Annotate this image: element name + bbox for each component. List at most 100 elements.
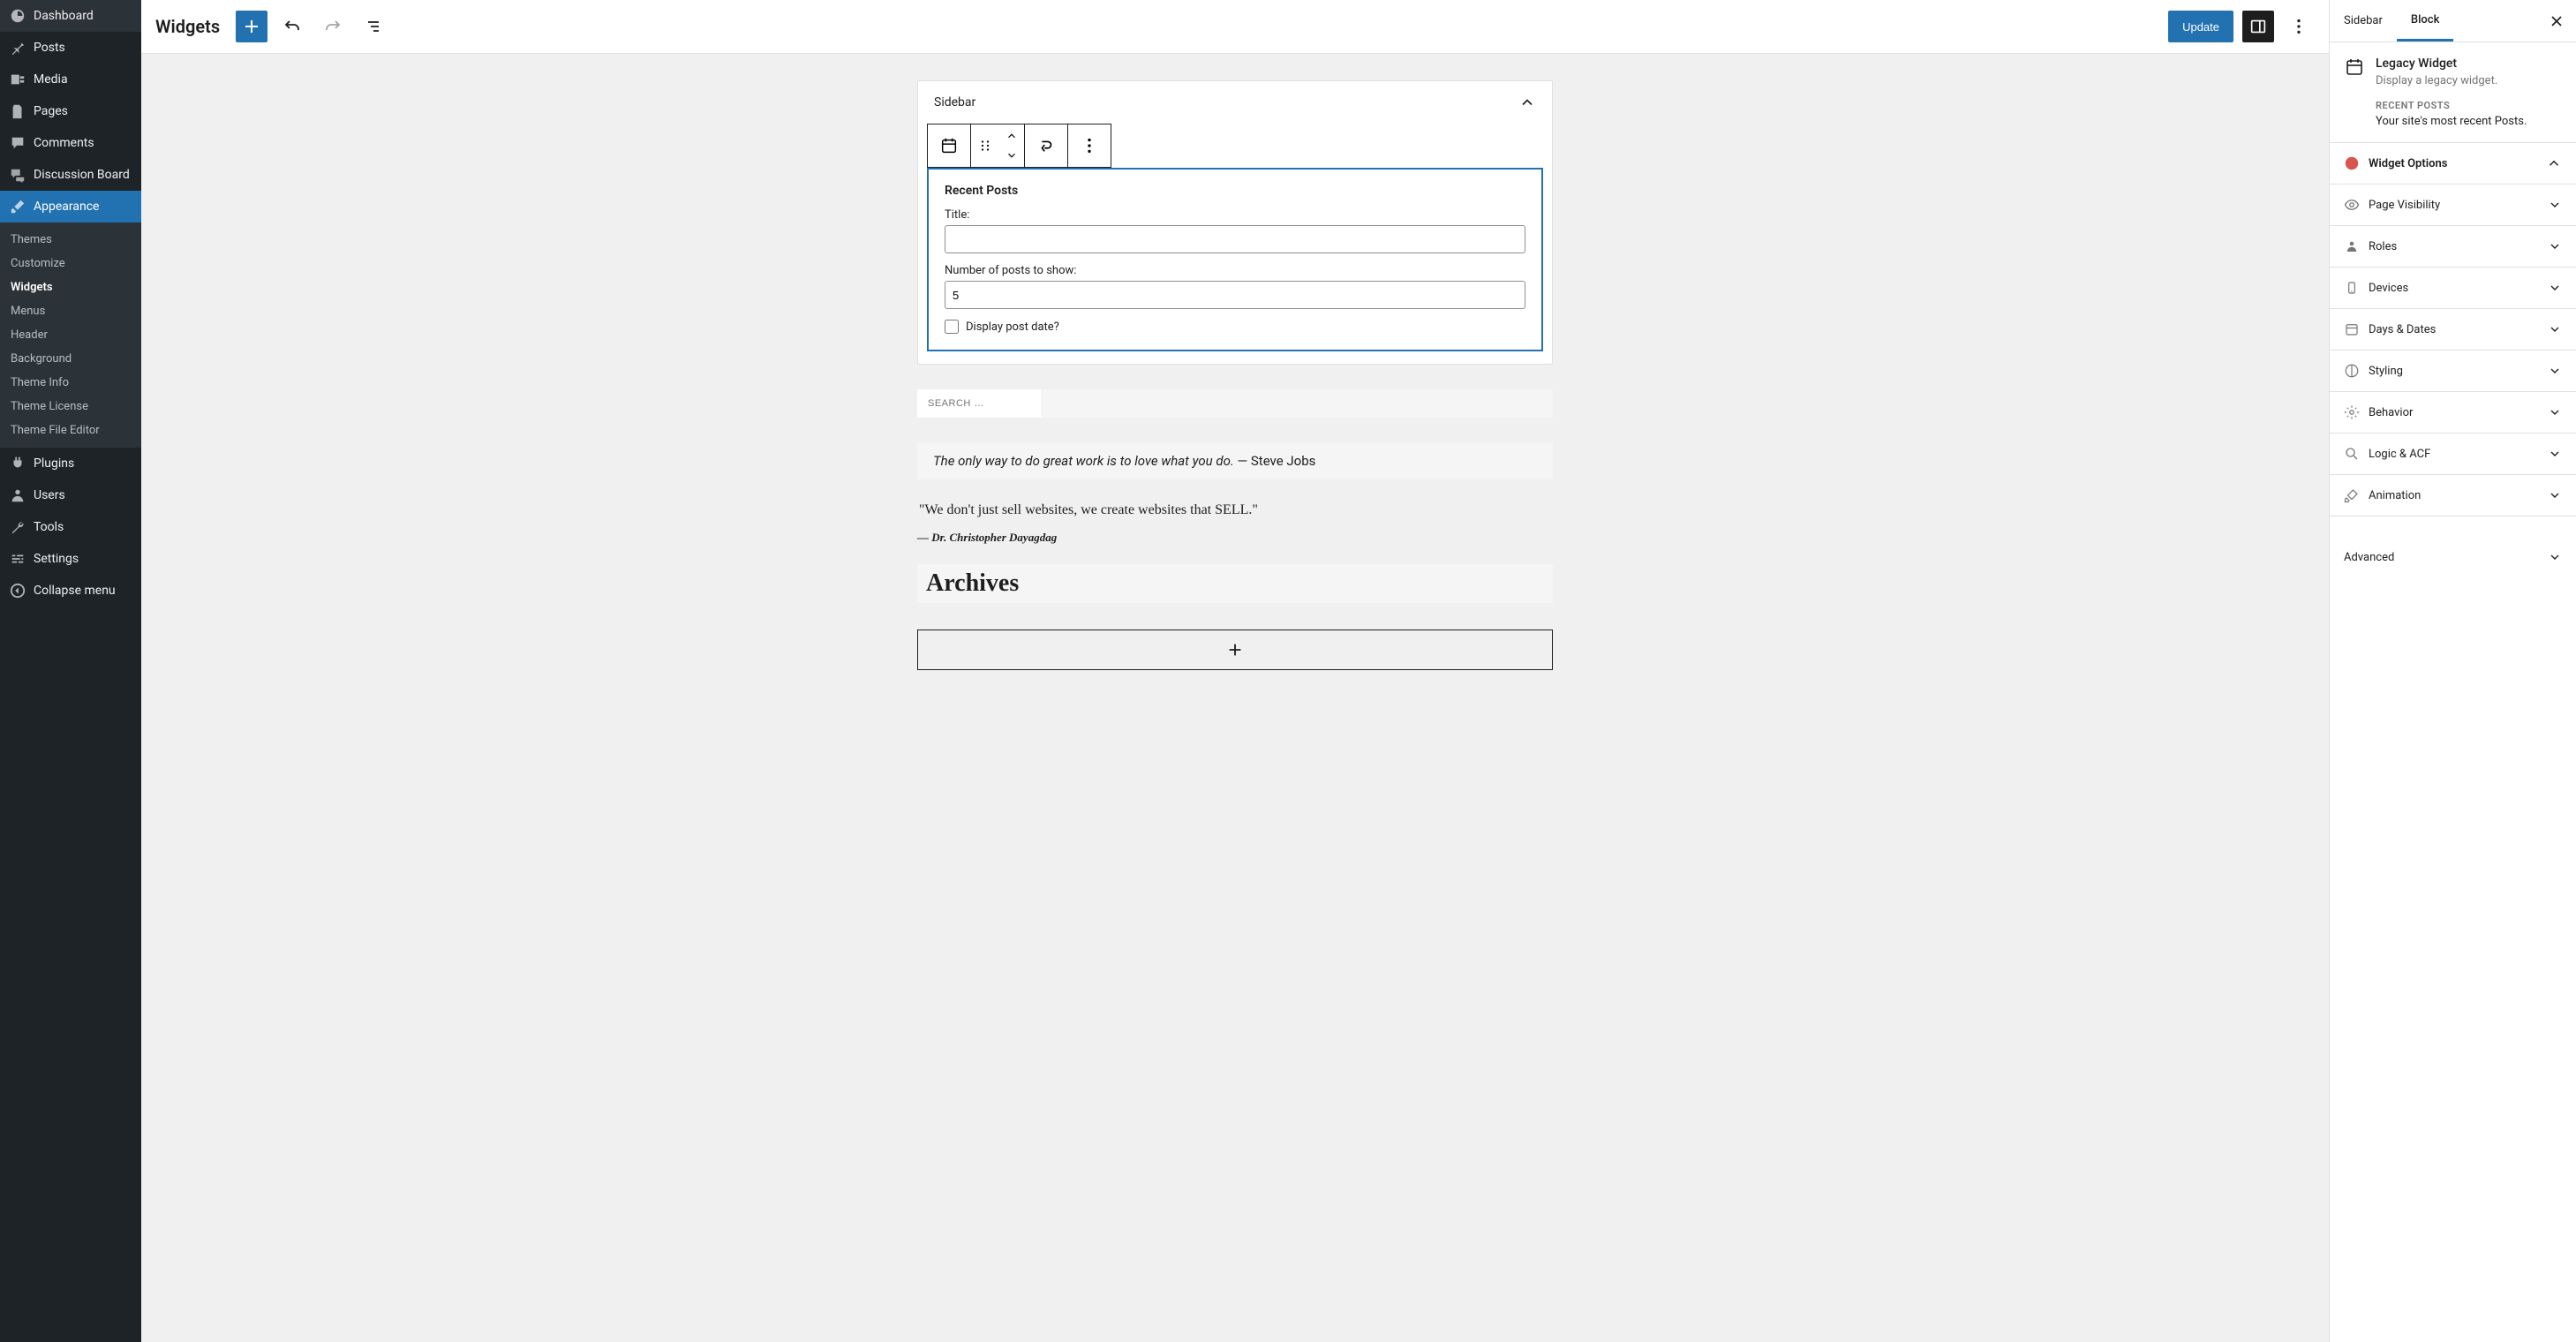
collapse-area-button[interactable]	[1518, 94, 1536, 111]
archives-widget-title: Archives	[917, 564, 1553, 603]
collapse-icon	[9, 582, 26, 599]
move-down-button[interactable]	[999, 146, 1024, 165]
sub-themes[interactable]: Themes	[0, 228, 141, 252]
sub-theme-file-editor[interactable]: Theme File Editor	[0, 418, 141, 442]
opt-page-visibility[interactable]: Page Visibility	[2330, 185, 2576, 226]
block-card-title: Legacy Widget	[2376, 57, 2527, 71]
brush-icon	[9, 198, 26, 215]
admin-sidebar: Dashboard Posts Media Pages Comments Dis…	[0, 0, 141, 1342]
nav-settings[interactable]: Settings	[0, 543, 141, 575]
sub-menus[interactable]: Menus	[0, 299, 141, 323]
recent-posts-widget[interactable]: Recent Posts Title: Number of posts to s…	[927, 168, 1543, 351]
brush-icon	[2344, 487, 2360, 503]
chevron-up-icon	[1006, 130, 1018, 142]
opt-styling[interactable]: Styling	[2330, 351, 2576, 392]
opt-label: Logic & ACF	[2369, 448, 2430, 461]
quote-text: The only way to do great work is to love…	[933, 453, 1234, 469]
nav-comments[interactable]: Comments	[0, 127, 141, 159]
settings-panel: Sidebar Block Legacy Widget Display a le…	[2329, 0, 2576, 1342]
nav-users[interactable]: Users	[0, 479, 141, 511]
nav-discussion-board[interactable]: Discussion Board	[0, 159, 141, 191]
plus-icon	[241, 16, 262, 37]
quote-cite: Steve Jobs	[1251, 453, 1316, 469]
device-icon	[2344, 280, 2360, 296]
list-view-icon	[363, 16, 384, 37]
drag-handle[interactable]	[971, 124, 999, 167]
nav-collapse[interactable]: Collapse menu	[0, 575, 141, 607]
gear-icon	[2344, 404, 2360, 420]
opt-days-dates[interactable]: Days & Dates	[2330, 309, 2576, 351]
nav-appearance[interactable]: Appearance	[0, 191, 141, 222]
quote-widget-2-text: "We don't just sell websites, we create …	[917, 502, 1553, 518]
sliders-icon	[9, 550, 26, 568]
display-date-label: Display post date?	[966, 320, 1059, 334]
more-options-button[interactable]	[2283, 11, 2315, 42]
pin-icon	[9, 39, 26, 57]
update-button[interactable]: Update	[2168, 11, 2233, 42]
opt-label: Roles	[2369, 240, 2397, 253]
move-to-widget-area-button[interactable]	[1025, 124, 1067, 167]
widget-options-header[interactable]: Widget Options	[2330, 143, 2576, 185]
sub-customize[interactable]: Customize	[0, 252, 141, 275]
legacy-widget-icon	[2344, 57, 2365, 78]
opt-animation[interactable]: Animation	[2330, 475, 2576, 516]
opt-label: Behavior	[2369, 406, 2413, 419]
block-toolbar	[927, 124, 1111, 168]
sub-theme-license[interactable]: Theme License	[0, 395, 141, 418]
tab-sidebar[interactable]: Sidebar	[2330, 0, 2397, 41]
opt-behavior[interactable]: Behavior	[2330, 392, 2576, 434]
add-block-button[interactable]	[236, 11, 267, 42]
contrast-icon	[2344, 363, 2360, 379]
block-type-button[interactable]	[928, 124, 970, 167]
opt-roles[interactable]: Roles	[2330, 226, 2576, 268]
sub-theme-info[interactable]: Theme Info	[0, 371, 141, 395]
nav-label: Settings	[34, 552, 79, 566]
undo-button[interactable]	[276, 11, 308, 42]
chevron-down-icon	[2548, 405, 2562, 419]
block-subtext: Your site's most recent Posts.	[2376, 115, 2527, 128]
move-to-icon	[1036, 136, 1056, 155]
display-date-checkbox[interactable]	[945, 320, 959, 334]
sub-header[interactable]: Header	[0, 323, 141, 347]
widget-block-title: Recent Posts	[945, 184, 1525, 198]
nav-label: Users	[34, 488, 65, 502]
block-more-button[interactable]	[1068, 124, 1111, 167]
opt-label: Styling	[2369, 365, 2403, 378]
title-input[interactable]	[945, 225, 1525, 253]
redo-button[interactable]	[317, 11, 349, 42]
nav-posts[interactable]: Posts	[0, 32, 141, 64]
list-view-button[interactable]	[358, 11, 389, 42]
advanced-panel[interactable]: Advanced	[2330, 534, 2576, 580]
undo-icon	[282, 16, 303, 37]
calendar-icon	[939, 136, 959, 155]
user-icon	[9, 486, 26, 504]
kebab-icon	[2289, 17, 2309, 36]
search-input[interactable]	[917, 389, 1041, 418]
display-date-row[interactable]: Display post date?	[945, 320, 1525, 334]
nav-label: Plugins	[34, 456, 74, 471]
page-title: Widgets	[155, 16, 220, 37]
chevron-down-icon	[2548, 281, 2562, 295]
count-input[interactable]	[945, 281, 1525, 309]
close-settings-button[interactable]	[2537, 12, 2576, 30]
nav-media[interactable]: Media	[0, 64, 141, 95]
opt-devices[interactable]: Devices	[2330, 268, 2576, 309]
opt-label: Page Visibility	[2369, 199, 2440, 212]
move-up-button[interactable]	[999, 126, 1024, 146]
chevron-down-icon	[2548, 322, 2562, 336]
block-appender[interactable]	[917, 630, 1553, 670]
page-icon	[9, 102, 26, 120]
nav-dashboard[interactable]: Dashboard	[0, 0, 141, 32]
opt-logic-acf[interactable]: Logic & ACF	[2330, 434, 2576, 475]
nav-plugins[interactable]: Plugins	[0, 448, 141, 479]
settings-toggle-button[interactable]	[2242, 11, 2274, 42]
sub-background[interactable]: Background	[0, 347, 141, 371]
widget-area-title: Sidebar	[934, 95, 975, 109]
sub-widgets[interactable]: Widgets	[0, 275, 141, 299]
nav-tools[interactable]: Tools	[0, 511, 141, 543]
tab-block[interactable]: Block	[2397, 0, 2453, 41]
chevron-up-icon	[1518, 94, 1536, 111]
nav-pages[interactable]: Pages	[0, 95, 141, 127]
chevron-down-icon	[2548, 198, 2562, 212]
widget-area-sidebar: Sidebar	[917, 80, 1553, 365]
